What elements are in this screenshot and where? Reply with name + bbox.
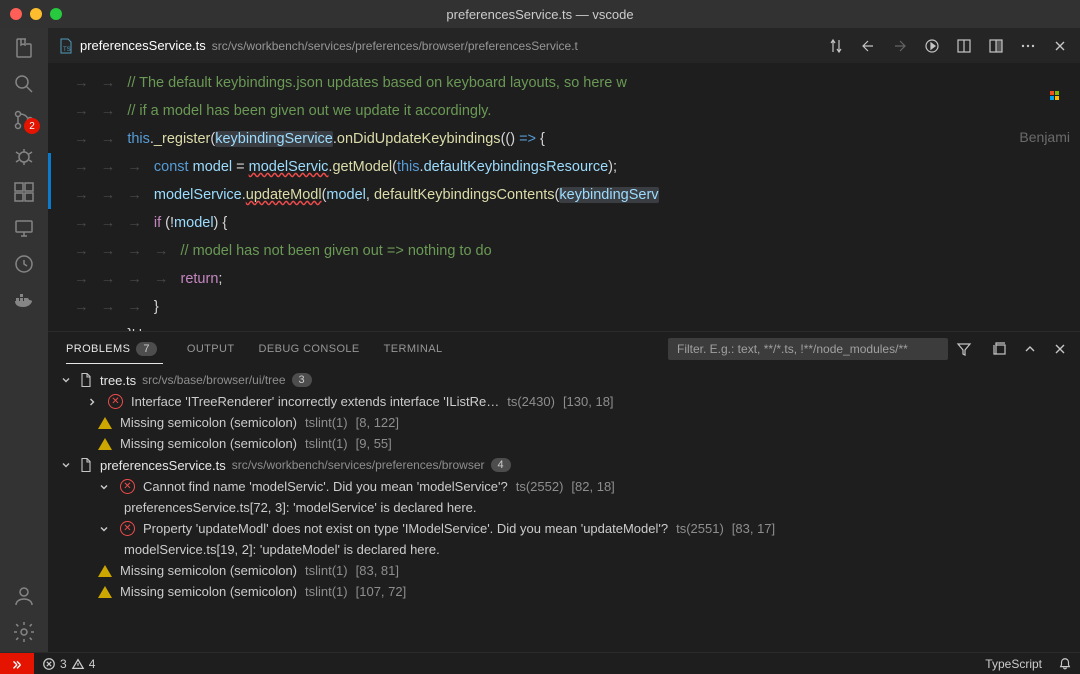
status-problems[interactable]: 3 4: [34, 657, 103, 671]
status-warning-count: 4: [89, 657, 96, 671]
svg-text:TS: TS: [63, 47, 71, 53]
status-language[interactable]: TypeScript: [977, 657, 1050, 671]
settings-gear-icon[interactable]: [12, 620, 36, 644]
close-window-button[interactable]: [10, 8, 22, 20]
problem-item[interactable]: Missing semicolon (semicolon) tslint(1) …: [48, 581, 1080, 602]
problem-item[interactable]: Missing semicolon (semicolon) tslint(1) …: [48, 433, 1080, 454]
accounts-icon[interactable]: [12, 584, 36, 608]
code-editor[interactable]: Benjami → → // The default keybindings.j…: [48, 63, 1080, 331]
code-line[interactable]: → → → modelService.updateModl(model, def…: [48, 181, 1080, 209]
error-icon: ✕: [120, 479, 135, 494]
scm-badge: 2: [24, 118, 40, 134]
tab-path: src/vs/workbench/services/preferences/br…: [212, 39, 578, 53]
remote-icon[interactable]: [12, 216, 36, 240]
source-control-icon[interactable]: 2: [12, 108, 36, 132]
problem-related-info[interactable]: modelService.ts[19, 2]: 'updateModel' is…: [48, 539, 1080, 560]
warning-icon: [98, 565, 112, 577]
warning-icon: [98, 438, 112, 450]
go-forward-icon[interactable]: [892, 38, 908, 54]
code-line[interactable]: → → → }: [48, 293, 1080, 321]
problems-count-badge: 7: [136, 342, 157, 356]
error-icon: ✕: [120, 521, 135, 536]
problem-file-header[interactable]: preferencesService.ts src/vs/workbench/s…: [48, 454, 1080, 476]
open-changes-icon[interactable]: [956, 38, 972, 54]
panel: PROBLEMS 7 OUTPUT DEBUG CONSOLE TERMINAL…: [48, 331, 1080, 652]
code-line[interactable]: → → this._register(keybindingService.onD…: [48, 125, 1080, 153]
code-line[interactable]: → → // if a model has been given out we …: [48, 97, 1080, 125]
typescript-file-icon: TS: [58, 38, 74, 54]
go-back-icon[interactable]: [860, 38, 876, 54]
warning-icon: [98, 586, 112, 598]
tab-debug-console[interactable]: DEBUG CONSOLE: [259, 343, 360, 355]
problem-file-header[interactable]: tree.ts src/vs/base/browser/ui/tree 3: [48, 369, 1080, 391]
preview-icon[interactable]: [12, 252, 36, 276]
search-icon[interactable]: [12, 72, 36, 96]
filter-icon[interactable]: [956, 341, 972, 357]
code-line[interactable]: → → }',': [48, 321, 1080, 331]
panel-tabs: PROBLEMS 7 OUTPUT DEBUG CONSOLE TERMINAL: [48, 332, 1080, 365]
problem-related-info[interactable]: preferencesService.ts[72, 3]: 'modelServ…: [48, 497, 1080, 518]
code-line[interactable]: → → → → return;: [48, 265, 1080, 293]
git-blame-author: Benjami: [1019, 123, 1070, 151]
compare-changes-icon[interactable]: [828, 38, 844, 54]
problems-filter-input[interactable]: [668, 338, 948, 360]
collapse-all-icon[interactable]: [992, 341, 1008, 357]
extensions-icon[interactable]: [12, 180, 36, 204]
code-line[interactable]: → → → if (!model) {: [48, 209, 1080, 237]
close-tab-icon[interactable]: [1052, 38, 1068, 54]
editor-tab-bar: TS preferencesService.ts src/vs/workbenc…: [48, 28, 1080, 63]
problem-item[interactable]: ✕Interface 'ITreeRenderer' incorrectly e…: [48, 391, 1080, 412]
problem-item[interactable]: Missing semicolon (semicolon) tslint(1) …: [48, 560, 1080, 581]
panel-close-icon[interactable]: [1052, 341, 1068, 357]
explorer-icon[interactable]: [12, 36, 36, 60]
problem-item[interactable]: Missing semicolon (semicolon) tslint(1) …: [48, 412, 1080, 433]
run-icon[interactable]: [924, 38, 940, 54]
window-controls: [10, 8, 62, 20]
docker-icon[interactable]: [12, 288, 36, 312]
tab-problems[interactable]: PROBLEMS 7: [66, 342, 163, 364]
tab-terminal[interactable]: TERMINAL: [384, 343, 443, 355]
titlebar: preferencesService.ts — vscode: [0, 0, 1080, 28]
modified-gutter-indicator: [48, 153, 51, 209]
tab-output[interactable]: OUTPUT: [187, 343, 235, 355]
split-editor-icon[interactable]: [988, 38, 1004, 54]
remote-indicator[interactable]: [0, 653, 34, 674]
status-bar: 3 4 TypeScript: [0, 652, 1080, 674]
problem-item[interactable]: ✕Property 'updateModl' does not exist on…: [48, 518, 1080, 539]
tab-problems-label: PROBLEMS: [66, 343, 130, 355]
minimize-window-button[interactable]: [30, 8, 42, 20]
tab-filename[interactable]: preferencesService.ts: [80, 38, 206, 53]
window-title: preferencesService.ts — vscode: [446, 7, 633, 22]
status-error-count: 3: [60, 657, 67, 671]
code-line[interactable]: → → → → // model has not been given out …: [48, 237, 1080, 265]
activity-bar: 2: [0, 28, 48, 652]
extension-decoration-icon: [1050, 91, 1066, 107]
status-notifications-icon[interactable]: [1050, 657, 1080, 671]
problems-tree[interactable]: tree.ts src/vs/base/browser/ui/tree 3✕In…: [48, 365, 1080, 652]
problem-item[interactable]: ✕Cannot find name 'modelServic'. Did you…: [48, 476, 1080, 497]
code-line[interactable]: → → → const model = modelServic.getModel…: [48, 153, 1080, 181]
code-line[interactable]: → → // The default keybindings.json upda…: [48, 69, 1080, 97]
debug-icon[interactable]: [12, 144, 36, 168]
panel-maximize-icon[interactable]: [1022, 341, 1038, 357]
warning-icon: [98, 417, 112, 429]
maximize-window-button[interactable]: [50, 8, 62, 20]
error-icon: ✕: [108, 394, 123, 409]
more-actions-icon[interactable]: [1020, 38, 1036, 54]
